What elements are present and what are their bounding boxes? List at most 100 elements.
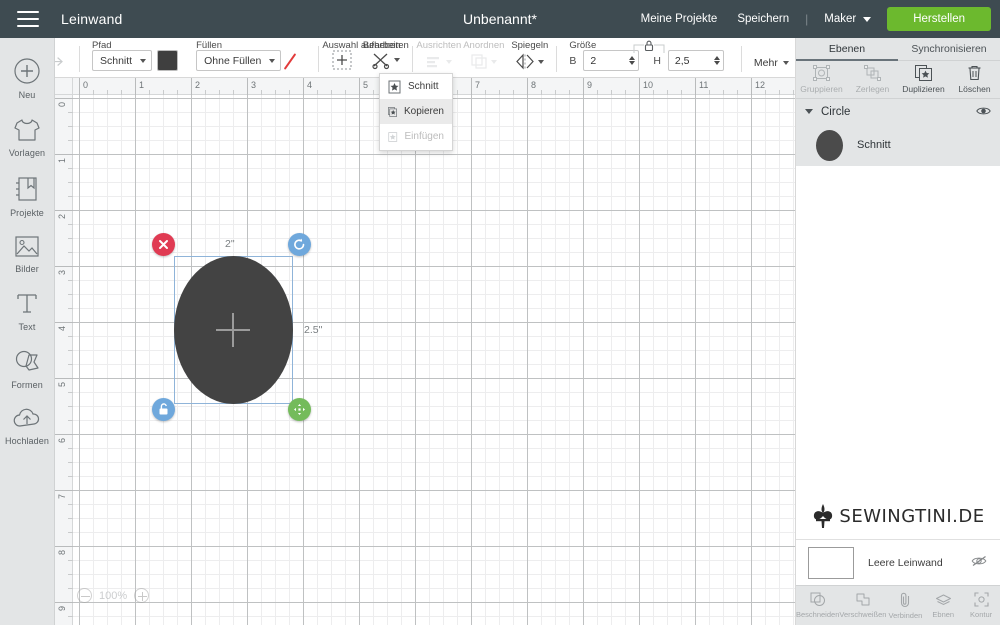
sidebar-item-projekte[interactable]: Projekte [0, 166, 55, 226]
weld-button[interactable]: Verschweißen [839, 586, 886, 625]
ungroup-button[interactable]: Zerlegen [847, 61, 898, 98]
machine-selector[interactable]: Maker [814, 13, 877, 25]
right-panel: Ebenen Synchronisieren Gruppieren Zerleg… [795, 38, 1000, 625]
canvas-layer-row[interactable]: Leere Leinwand [796, 539, 1000, 585]
path-label: Pfad [92, 40, 112, 51]
hamburger-icon[interactable] [17, 11, 39, 27]
sidebar-item-bilder[interactable]: Bilder [0, 226, 55, 282]
ruler-tick [55, 546, 73, 547]
tab-ebenen[interactable]: Ebenen [796, 38, 898, 61]
context-menu-item-cut[interactable]: Schnitt [380, 74, 452, 99]
copy-star-icon [388, 106, 397, 117]
slice-button[interactable]: Beschneiden [796, 586, 839, 625]
aspect-lock-button[interactable] [632, 38, 666, 60]
height-input[interactable] [674, 54, 711, 67]
ruler-tick-label: 9 [57, 606, 67, 612]
mirror-icon [516, 53, 535, 70]
group-icon [813, 65, 830, 81]
layer-action-label: Löschen [958, 84, 991, 94]
tab-synchronisieren[interactable]: Synchronisieren [898, 38, 1000, 61]
sidebar-item-hochladen[interactable]: Hochladen [0, 398, 55, 454]
shape-tool-label: Ebnen [932, 610, 955, 619]
delete-handle[interactable] [152, 233, 175, 256]
caret-down-icon [538, 59, 545, 64]
sidebar-item-formen[interactable]: Formen [0, 340, 55, 398]
header-right-group: Meine Projekte Speichern | Maker Herstel… [631, 7, 1000, 31]
my-projects-link[interactable]: Meine Projekte [631, 13, 728, 25]
make-it-button[interactable]: Herstellen [887, 7, 991, 31]
width-input[interactable] [590, 54, 627, 67]
slice-icon [810, 592, 825, 606]
context-menu-item-paste: Einfügen [380, 124, 452, 149]
weld-icon [856, 593, 870, 606]
contour-button[interactable]: Kontur [962, 586, 1000, 625]
context-menu-item-label: Schnitt [408, 81, 439, 92]
zoom-control: 100% [77, 588, 150, 603]
fill-group: Füllen Ohne Füllen [187, 37, 315, 77]
caret-down-icon[interactable] [805, 109, 813, 114]
zoom-out-icon[interactable] [77, 588, 92, 603]
path-type-select[interactable]: Schnitt [92, 50, 153, 71]
align-button[interactable] [425, 54, 453, 71]
panel-tabs: Ebenen Synchronisieren [796, 38, 1000, 61]
size-label: Größe [569, 40, 597, 51]
no-fill-icon[interactable] [286, 50, 306, 71]
canvas-area[interactable]: 0123456789101112 0123456789 2" 2.5" [55, 78, 795, 625]
resize-icon [294, 404, 305, 415]
sidebar-item-vorlagen[interactable]: Vorlagen [0, 108, 55, 166]
resize-handle[interactable] [288, 398, 311, 421]
ruler-tick [359, 78, 360, 95]
shape-tool-label: Beschneiden [796, 610, 840, 619]
edit-button[interactable] [371, 50, 401, 71]
layer-group-header[interactable]: Circle [796, 99, 1000, 124]
layer-row[interactable]: Schnitt [796, 124, 1000, 166]
context-menu-item-copy[interactable]: Kopieren [380, 99, 452, 124]
sidebar-item-label: Vorlagen [8, 148, 46, 158]
height-field[interactable] [667, 50, 724, 71]
canvas-grid[interactable]: 2" 2.5" [73, 95, 795, 625]
arrange-button[interactable] [470, 53, 498, 71]
trash-icon [968, 65, 981, 81]
shape-tool-label: Verschweißen [839, 610, 887, 619]
group-button[interactable]: Gruppieren [796, 61, 847, 98]
eye-off-icon[interactable] [971, 554, 988, 572]
flatten-button[interactable]: Ebnen [924, 586, 962, 625]
unlock-handle[interactable] [152, 398, 175, 421]
sidebar-item-label: Text [18, 322, 36, 332]
attach-button[interactable]: Verbinden [886, 586, 924, 625]
shape-tools-bar: Beschneiden Verschweißen Verbinden Ebnen… [796, 585, 1000, 625]
rotate-handle[interactable] [288, 233, 311, 256]
more-button[interactable]: Mehr [754, 57, 789, 77]
toolbar-divider [412, 46, 414, 72]
height-dimension-label: 2.5" [304, 324, 323, 336]
caret-down-icon [269, 58, 276, 63]
fill-label: Füllen [196, 40, 222, 51]
shape-tool-label: Verbinden [888, 610, 923, 620]
ruler-tick [55, 378, 73, 379]
duplicate-button[interactable]: Duplizieren [898, 61, 949, 98]
caret-down-icon [394, 58, 401, 62]
context-menu[interactable]: Schnitt Kopieren Einfügen [379, 73, 453, 151]
ruler-tick-label: 9 [587, 80, 593, 90]
zoom-in-icon[interactable] [134, 588, 150, 603]
fill-type-select[interactable]: Ohne Füllen [196, 50, 282, 71]
ruler-tick-label: 2 [57, 214, 67, 220]
arrange-label: Anordnen [463, 40, 505, 51]
deselect-icon[interactable] [331, 49, 353, 71]
ruler-tick-label: 8 [57, 550, 67, 556]
ruler-tick-label: 0 [83, 80, 89, 90]
delete-button[interactable]: Löschen [949, 61, 1000, 98]
ruler-tick-label: 8 [531, 80, 537, 90]
ruler-tick [55, 434, 73, 435]
sidebar-item-text[interactable]: Text [0, 282, 55, 340]
save-link[interactable]: Speichern [727, 13, 799, 25]
sidebar-item-neu[interactable]: Neu [0, 48, 55, 108]
height-spinner[interactable] [713, 56, 720, 65]
edit-scissors-icon [372, 53, 390, 70]
ruler-tick-label: 4 [57, 326, 67, 332]
path-color-swatch[interactable] [157, 50, 179, 71]
shape-center-crosshair [216, 313, 250, 347]
mirror-button[interactable] [515, 53, 545, 71]
eye-icon[interactable] [976, 103, 991, 121]
width-field[interactable] [583, 50, 640, 71]
